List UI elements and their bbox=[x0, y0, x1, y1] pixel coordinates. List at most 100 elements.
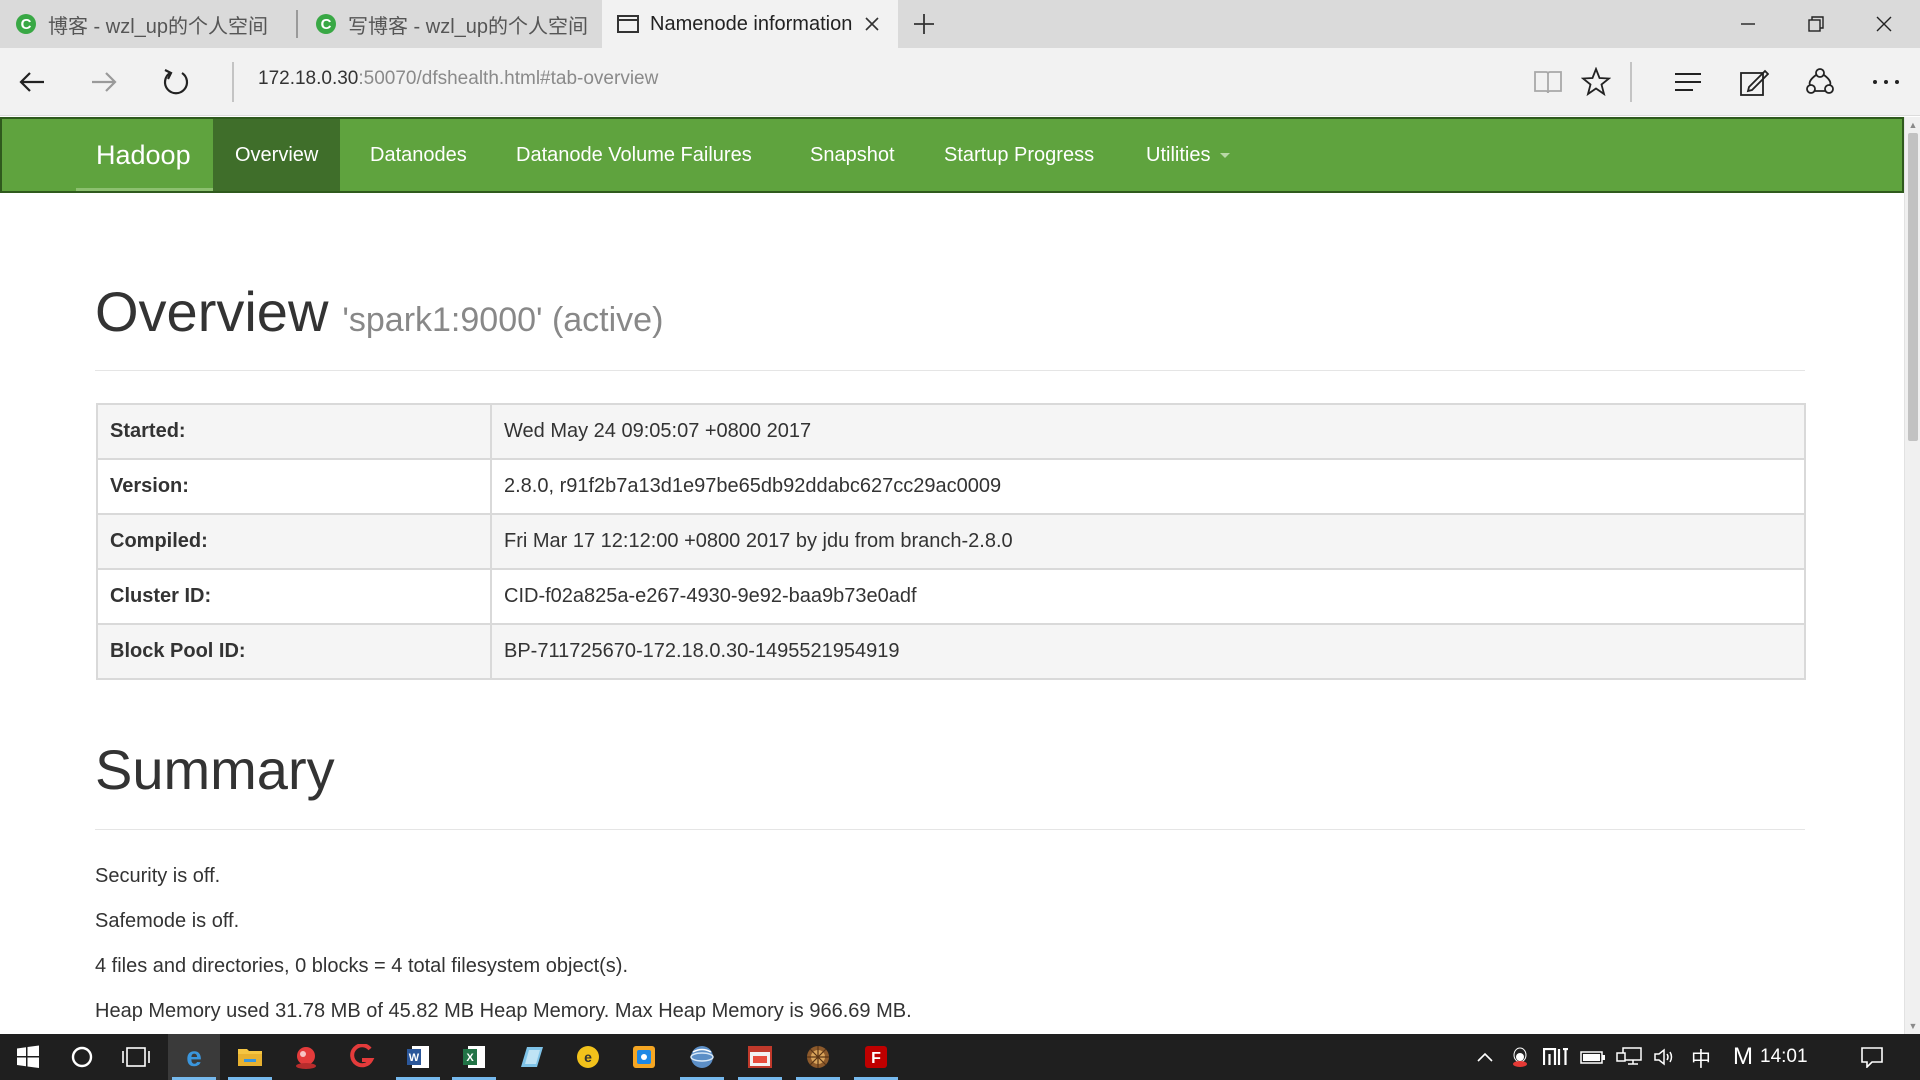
row-value: Wed May 24 09:05:07 +0800 2017 bbox=[490, 403, 1806, 460]
svg-text:e: e bbox=[186, 1043, 202, 1071]
table-row: Version: 2.8.0, r91f2b7a13d1e97be65db92d… bbox=[96, 458, 1806, 515]
new-tab-icon[interactable] bbox=[910, 10, 938, 38]
svg-text:F: F bbox=[871, 1050, 881, 1067]
row-key: Compiled: bbox=[96, 513, 492, 570]
action-center-icon[interactable] bbox=[1852, 1034, 1892, 1080]
app-blue-globe-icon[interactable] bbox=[676, 1034, 728, 1080]
restore-icon[interactable] bbox=[1782, 0, 1850, 48]
summary-line: Heap Memory used 31.78 MB of 45.82 MB He… bbox=[95, 1000, 912, 1022]
nav-tab-utilities[interactable]: Utilities bbox=[1124, 119, 1252, 191]
windows-start-icon[interactable] bbox=[2, 1034, 54, 1080]
favorite-star-icon[interactable] bbox=[1576, 62, 1616, 102]
browser-tab-title: 写博客 - wzl_up的个人空间 bbox=[348, 15, 589, 38]
show-hidden-icons-icon[interactable] bbox=[1470, 1034, 1500, 1080]
refresh-icon[interactable] bbox=[156, 62, 196, 102]
csdn-icon: C bbox=[14, 12, 38, 36]
word-icon[interactable]: W bbox=[392, 1034, 444, 1080]
summary-line: Security is off. bbox=[95, 865, 221, 887]
scrollbar-thumb[interactable] bbox=[1908, 133, 1918, 441]
qq-tray-icon[interactable] bbox=[1504, 1034, 1536, 1080]
brand-underline bbox=[76, 188, 216, 191]
overview-subtitle: 'spark1:9000' (active) bbox=[342, 301, 664, 339]
close-window-icon[interactable] bbox=[1850, 0, 1918, 48]
battery-icon[interactable] bbox=[1576, 1034, 1610, 1080]
row-key: Cluster ID: bbox=[96, 568, 492, 625]
file-explorer-icon[interactable] bbox=[224, 1034, 276, 1080]
taskbar-clock[interactable]: 14:01 bbox=[1760, 1034, 1808, 1080]
csdn-icon: C bbox=[314, 12, 338, 36]
forward-icon[interactable] bbox=[84, 62, 124, 102]
url-host: 172.18.0.30 bbox=[258, 68, 359, 89]
app-red-window-icon[interactable] bbox=[734, 1034, 786, 1080]
excel-icon[interactable]: X bbox=[448, 1034, 500, 1080]
caret-down-icon bbox=[1220, 153, 1231, 159]
share-icon[interactable] bbox=[1800, 62, 1840, 102]
summary-line: Safemode is off. bbox=[95, 910, 240, 932]
row-value: 2.8.0, r91f2b7a13d1e97be65db92ddabc627cc… bbox=[490, 458, 1806, 515]
row-key: Block Pool ID: bbox=[96, 623, 492, 680]
address-separator bbox=[232, 62, 234, 102]
table-row: Compiled: Fri Mar 17 12:12:00 +0800 2017… bbox=[96, 513, 1806, 570]
overview-heading: Overview 'spark1:9000' (active) bbox=[95, 279, 663, 344]
summary-heading: Summary bbox=[95, 738, 335, 801]
hadoop-navbar: Hadoop Overview Datanodes Datanode Volum… bbox=[0, 117, 1904, 193]
page-viewport: Hadoop Overview Datanodes Datanode Volum… bbox=[0, 117, 1904, 1034]
web-note-icon[interactable] bbox=[1734, 62, 1774, 102]
table-row: Cluster ID: CID-f02a825a-e267-4930-9e92-… bbox=[96, 568, 1806, 625]
ime-indicator[interactable]: 中 bbox=[1684, 1034, 1718, 1080]
row-value: CID-f02a825a-e267-4930-9e92-baa9b73e0adf bbox=[490, 568, 1806, 625]
back-icon[interactable] bbox=[12, 62, 52, 102]
app-blue-square-icon[interactable] bbox=[618, 1034, 670, 1080]
nav-tab-utilities-label: Utilities bbox=[1146, 144, 1211, 166]
close-tab-icon[interactable] bbox=[860, 12, 884, 36]
volume-icon[interactable] bbox=[1648, 1034, 1682, 1080]
app-wheel-icon[interactable] bbox=[792, 1034, 844, 1080]
windows-taskbar: e W X e F 中 M 14:01 bbox=[0, 1034, 1920, 1080]
svg-text:C: C bbox=[321, 16, 332, 33]
table-row: Block Pool ID: BP-711725670-172.18.0.30-… bbox=[96, 623, 1806, 680]
svg-text:C: C bbox=[21, 16, 32, 33]
edge-browser-icon[interactable]: e bbox=[168, 1034, 220, 1080]
app-red-circle-icon[interactable] bbox=[280, 1034, 332, 1080]
overview-info-table: Started: Wed May 24 09:05:07 +0800 2017 … bbox=[96, 403, 1806, 680]
browser-toolbar: 172.18.0.30:50070/dfshealth.html#tab-ove… bbox=[0, 48, 1920, 116]
browser-tab-title: Namenode information bbox=[650, 12, 853, 35]
browser-tab-1[interactable]: C 博客 - wzl_up的个人空间 bbox=[0, 0, 296, 48]
network-icon[interactable] bbox=[1612, 1034, 1646, 1080]
browser-tab-3[interactable]: Namenode information bbox=[602, 0, 898, 48]
app-yellow-circle-icon[interactable]: e bbox=[562, 1034, 614, 1080]
app-blue-slant-icon[interactable] bbox=[506, 1034, 558, 1080]
row-value: Fri Mar 17 12:12:00 +0800 2017 by jdu fr… bbox=[490, 513, 1806, 570]
browser-tab-strip: C 博客 - wzl_up的个人空间 C 写博客 - wzl_up的个人空间 N… bbox=[0, 0, 1920, 48]
cortana-search-icon[interactable] bbox=[56, 1034, 108, 1080]
divider bbox=[95, 370, 1805, 371]
address-bar[interactable]: 172.18.0.30:50070/dfshealth.html#tab-ove… bbox=[258, 68, 658, 90]
nav-tab-datanodes[interactable]: Datanodes bbox=[348, 119, 489, 191]
divider bbox=[95, 829, 1805, 830]
filezilla-icon[interactable]: F bbox=[850, 1034, 902, 1080]
row-key: Started: bbox=[96, 403, 492, 460]
table-row: Started: Wed May 24 09:05:07 +0800 2017 bbox=[96, 403, 1806, 460]
nav-tab-overview[interactable]: Overview bbox=[213, 119, 341, 191]
m-indicator[interactable]: M bbox=[1726, 1034, 1760, 1080]
more-icon[interactable] bbox=[1866, 62, 1906, 102]
hadoop-brand[interactable]: Hadoop bbox=[96, 119, 191, 191]
task-view-icon[interactable] bbox=[110, 1034, 162, 1080]
hub-icon[interactable] bbox=[1668, 62, 1708, 102]
scroll-up-icon[interactable]: ▲ bbox=[1905, 117, 1920, 133]
nav-tab-startup-progress[interactable]: Startup Progress bbox=[922, 119, 1116, 191]
mi-tray-icon[interactable] bbox=[1538, 1034, 1574, 1080]
vertical-scrollbar[interactable]: ▲ ▼ bbox=[1904, 117, 1920, 1034]
svg-text:e: e bbox=[584, 1049, 592, 1065]
scroll-down-icon[interactable]: ▼ bbox=[1905, 1018, 1920, 1034]
svg-text:W: W bbox=[409, 1052, 420, 1064]
reading-view-icon[interactable] bbox=[1528, 62, 1568, 102]
minimize-icon[interactable] bbox=[1714, 0, 1782, 48]
browser-tab-2[interactable]: C 写博客 - wzl_up的个人空间 bbox=[300, 0, 600, 48]
nav-tab-volume-failures[interactable]: Datanode Volume Failures bbox=[494, 119, 774, 191]
app-red-g-icon[interactable] bbox=[336, 1034, 388, 1080]
overview-title: Overview bbox=[95, 280, 329, 343]
nav-tab-snapshot[interactable]: Snapshot bbox=[788, 119, 917, 191]
page-icon bbox=[616, 12, 640, 36]
summary-line: 4 files and directories, 0 blocks = 4 to… bbox=[95, 955, 629, 977]
